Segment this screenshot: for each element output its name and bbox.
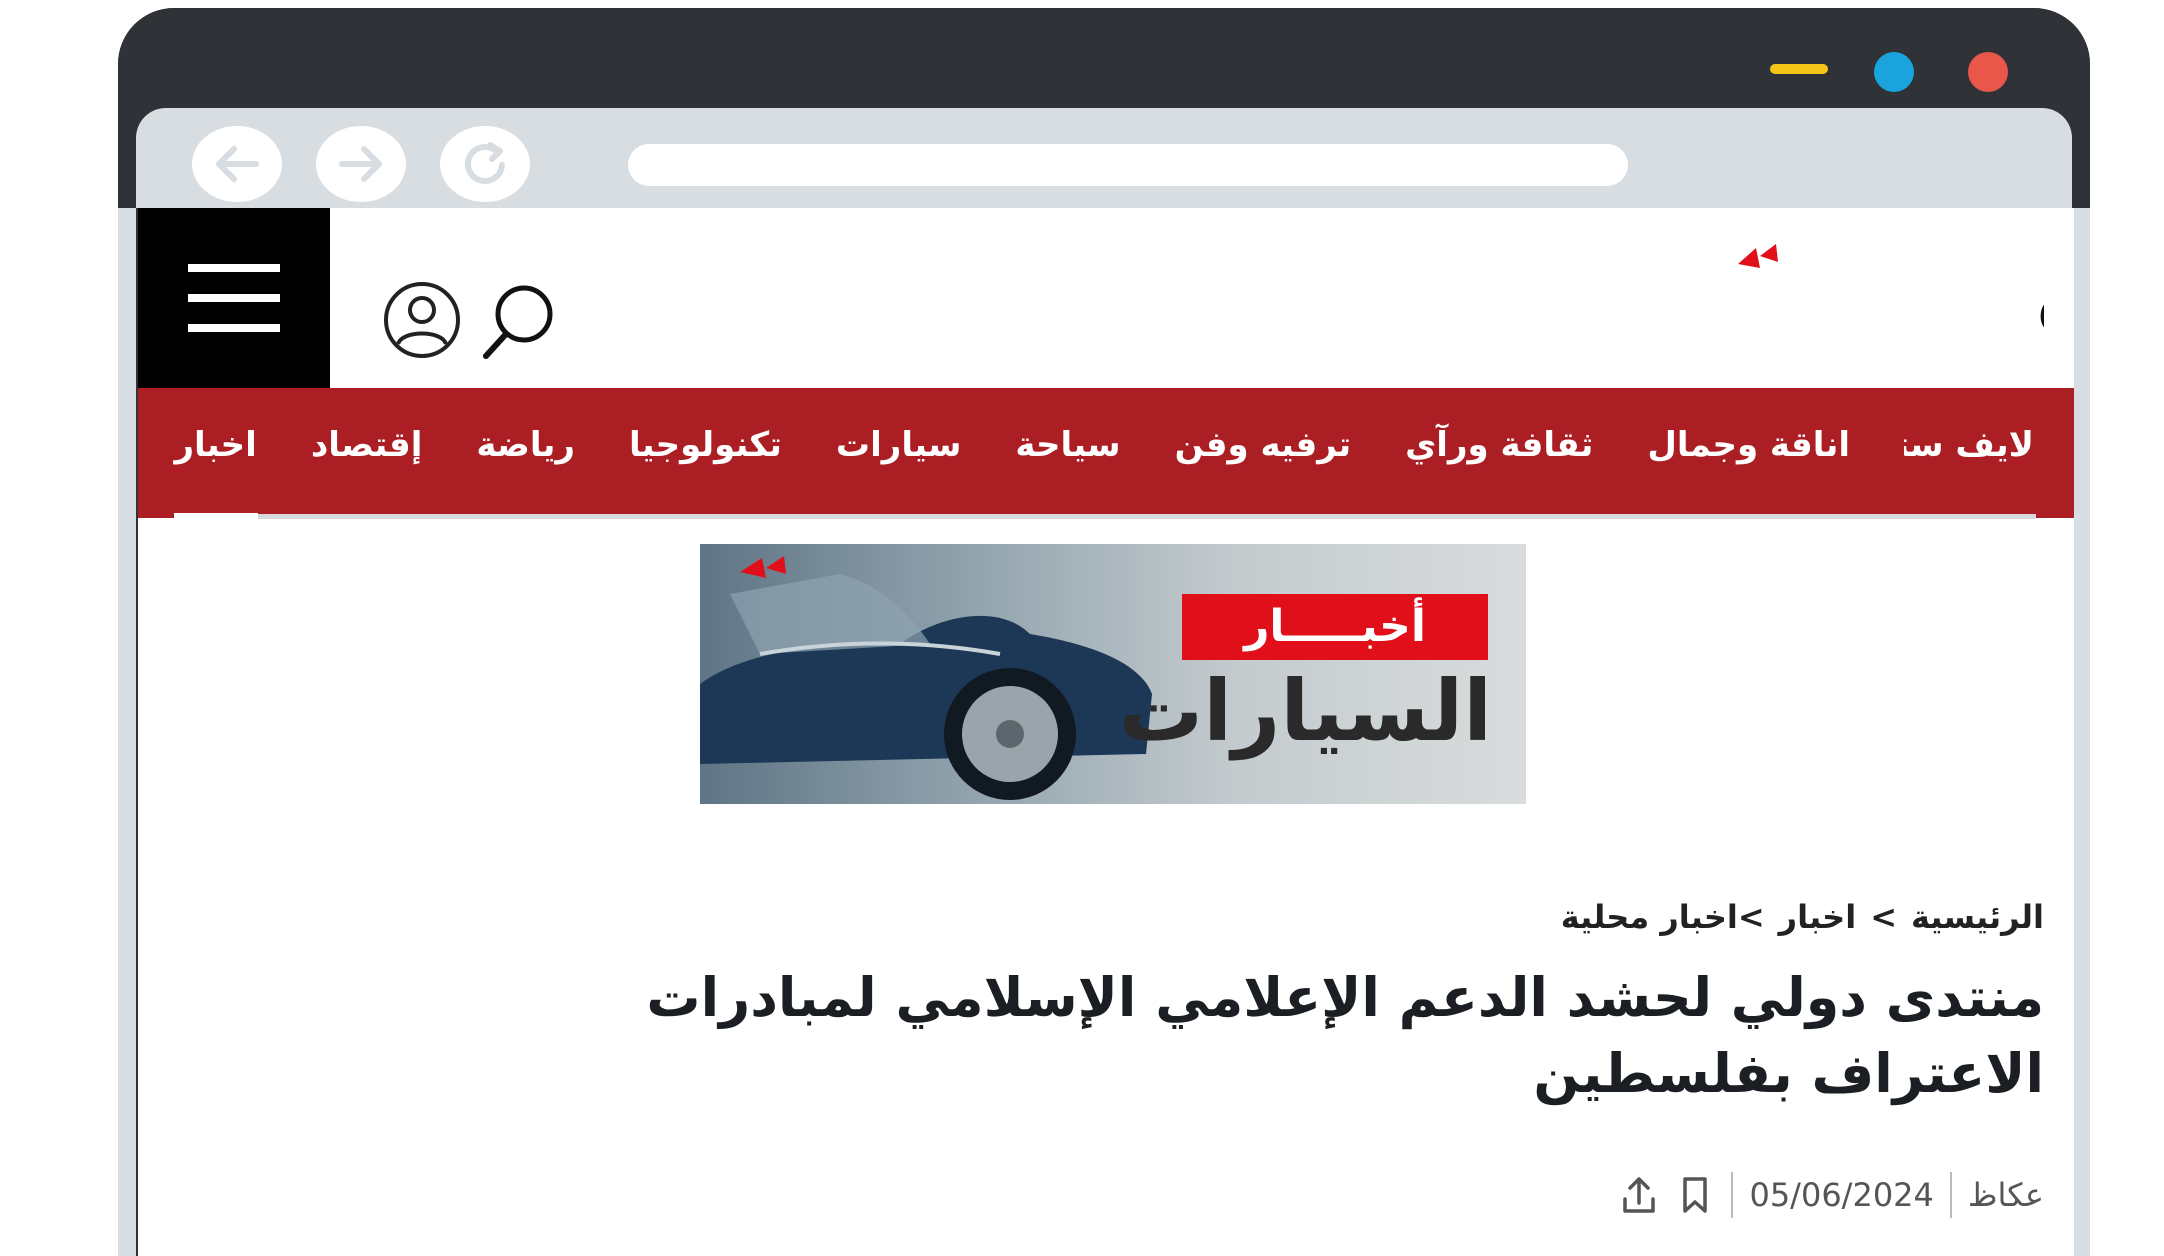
minimize-button[interactable] (1770, 64, 1828, 74)
close-button[interactable] (1968, 52, 2008, 92)
frame-left-edge (118, 208, 136, 1256)
svg-text:جولات: جولات (2034, 239, 2044, 361)
back-arrow-icon (216, 146, 259, 182)
menu-bar-line (188, 324, 280, 332)
nav-item-news[interactable]: اخبار (174, 425, 256, 465)
breadcrumb-news[interactable]: اخبار (1779, 898, 1857, 936)
nav-list: اخبار إقتصاد رياضة تكنولوجيا سيارات سياح… (138, 388, 2034, 502)
page-viewport: جولات اخبار إقتصاد رياضة تكنولوجيا سيارا… (138, 208, 2074, 1256)
hamburger-menu-button[interactable] (138, 208, 330, 388)
forward-arrow-icon (339, 146, 382, 182)
ad-tag: أخبـــــار (1182, 594, 1488, 660)
meta-divider (1949, 1172, 1952, 1218)
article-source: عكاظ (1967, 1176, 2044, 1214)
breadcrumb-local-news[interactable]: >اخبار محلية (1561, 898, 1765, 936)
article-date: 05/06/2024 (1749, 1176, 1934, 1214)
nav-item-economy[interactable]: إقتصاد (311, 425, 423, 465)
meta-divider (1731, 1172, 1734, 1218)
ad-title: السيارات (1118, 662, 1492, 760)
menu-bar-line (188, 264, 280, 272)
forward-button[interactable] (316, 126, 406, 202)
nav-item-technology[interactable]: تكنولوجيا (629, 425, 782, 465)
site-logo[interactable]: جولات (1704, 228, 2044, 368)
search-icon[interactable] (478, 282, 558, 362)
bookmark-icon[interactable] (1675, 1173, 1715, 1217)
breadcrumb-separator: > (1870, 898, 1897, 936)
menu-bar-line (188, 294, 280, 302)
nav-item-culture[interactable]: ثقافة ورآي (1405, 425, 1593, 465)
car-image (700, 556, 1152, 800)
back-button[interactable] (192, 126, 282, 202)
nav-item-lifestyle[interactable]: لايف ستايل (1904, 425, 2034, 465)
user-account-icon[interactable] (382, 280, 462, 360)
nav-scroll-thumb[interactable] (174, 513, 258, 519)
title-bar (118, 8, 2090, 108)
frame-right-edge (2072, 208, 2090, 1256)
nav-item-beauty[interactable]: اناقة وجمال (1647, 425, 1850, 465)
nav-item-entertainment[interactable]: ترفيه وفن (1175, 425, 1352, 465)
nav-item-cars[interactable]: سيارات (836, 425, 961, 465)
article-meta: عكاظ 05/06/2024 (1619, 1170, 2044, 1220)
nav-scroll-track (174, 514, 2036, 519)
maximize-button[interactable] (1874, 52, 1914, 92)
browser-toolbar (136, 108, 2072, 208)
cars-news-ad-banner[interactable]: أخبـــــار السيارات (700, 544, 1526, 804)
main-navigation: اخبار إقتصاد رياضة تكنولوجيا سيارات سياح… (138, 388, 2074, 518)
nav-item-sports[interactable]: رياضة (476, 425, 575, 465)
address-bar[interactable] (628, 144, 1628, 186)
nav-item-tourism[interactable]: سياحة (1015, 425, 1120, 465)
breadcrumb: الرئيسية > اخبار >اخبار محلية (1561, 898, 2044, 936)
reload-button[interactable] (440, 126, 530, 202)
breadcrumb-home[interactable]: الرئيسية (1911, 898, 2044, 936)
share-icon[interactable] (1619, 1173, 1659, 1217)
article-title: منتدى دولي لحشد الدعم الإعلامي الإسلامي … (646, 966, 2044, 1105)
reload-icon (465, 142, 505, 184)
